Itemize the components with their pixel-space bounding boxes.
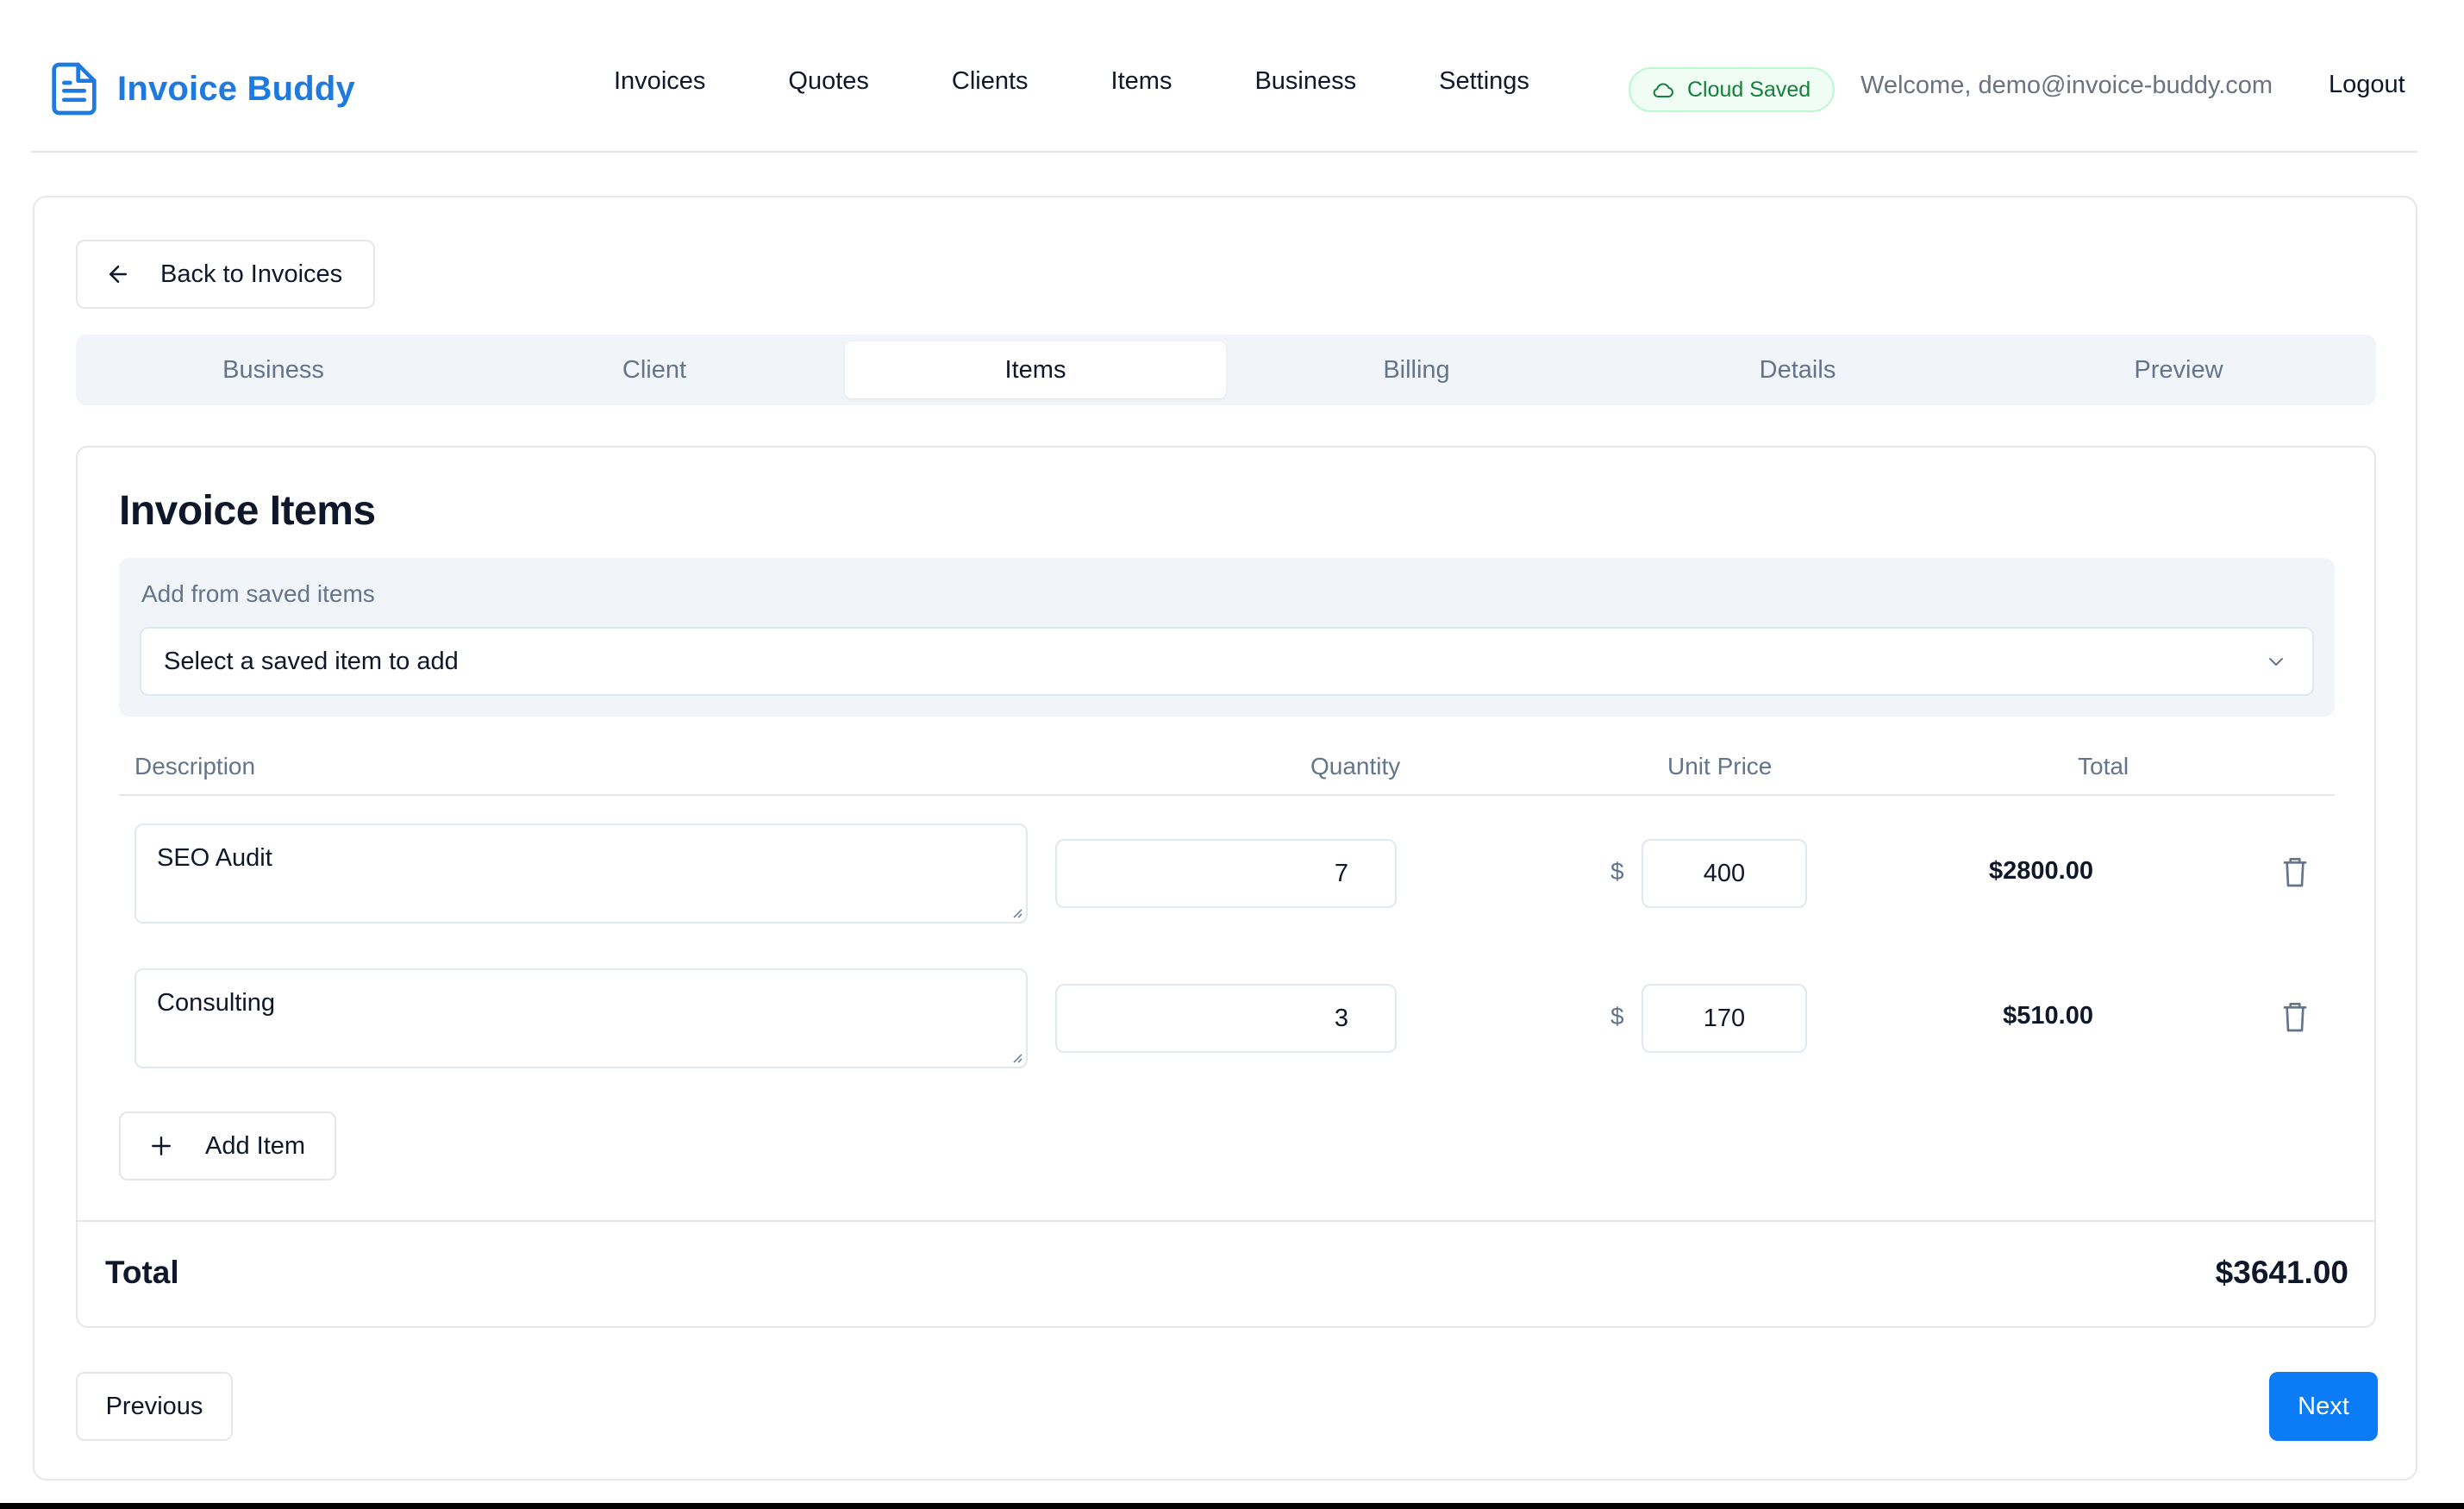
- file-text-icon: [50, 62, 98, 116]
- items-table-header: Description Quantity Unit Price Total: [119, 736, 2335, 796]
- tab-items[interactable]: Items: [845, 341, 1226, 398]
- currency-symbol: $: [1610, 1003, 1624, 1030]
- plus-icon: [150, 1135, 172, 1157]
- welcome-text: Welcome, demo@invoice-buddy.com: [1861, 72, 2273, 99]
- saved-items-box: Add from saved items Select a saved item…: [119, 558, 2335, 717]
- column-description: Description: [134, 753, 256, 780]
- row-total: $510.00: [2003, 1002, 2093, 1030]
- description-value: SEO Audit: [157, 844, 272, 872]
- previous-button[interactable]: Previous: [76, 1372, 233, 1441]
- invoice-items-panel: Invoice Items Add from saved items Selec…: [76, 446, 2376, 1328]
- cloud-saved-badge: Cloud Saved: [1629, 67, 1835, 112]
- main-nav: Invoices Quotes Clients Items Business S…: [614, 67, 1529, 96]
- table-row: Consulting 3 $ 170 $510.00: [119, 968, 2335, 1068]
- back-to-invoices-button[interactable]: Back to Invoices: [76, 240, 375, 309]
- resize-handle-icon[interactable]: [1010, 1051, 1022, 1063]
- description-textarea[interactable]: Consulting: [134, 968, 1028, 1068]
- unit-price-input[interactable]: 170: [1642, 984, 1807, 1053]
- tab-details[interactable]: Details: [1607, 341, 1988, 398]
- total-value: $3641.00: [2215, 1255, 2348, 1290]
- description-value: Consulting: [157, 989, 276, 1017]
- tab-client[interactable]: Client: [464, 341, 845, 398]
- unit-price-input[interactable]: 400: [1642, 839, 1807, 908]
- tab-business[interactable]: Business: [83, 341, 464, 398]
- row-total: $2800.00: [1989, 857, 2093, 885]
- trash-icon[interactable]: [2281, 999, 2309, 1034]
- saved-items-label: Add from saved items: [141, 580, 375, 607]
- nav-item-settings[interactable]: Settings: [1439, 67, 1529, 96]
- cloud-icon: [1651, 80, 1675, 99]
- status-label: Cloud Saved: [1687, 77, 1811, 102]
- back-button-label: Back to Invoices: [160, 260, 343, 288]
- invoice-editor-card: Back to Invoices Business Client Items B…: [33, 196, 2417, 1481]
- nav-item-items[interactable]: Items: [1111, 67, 1173, 96]
- column-total: Total: [2078, 753, 2129, 780]
- table-row: SEO Audit 7 $ 400 $2800.00: [119, 823, 2335, 924]
- column-quantity: Quantity: [1310, 753, 1401, 780]
- next-button[interactable]: Next: [2269, 1372, 2378, 1441]
- section-title: Invoice Items: [119, 488, 376, 534]
- resize-handle-icon[interactable]: [1010, 906, 1022, 918]
- saved-item-select[interactable]: Select a saved item to add: [140, 627, 2314, 696]
- nav-item-quotes[interactable]: Quotes: [788, 67, 869, 96]
- add-item-label: Add Item: [205, 1131, 306, 1160]
- total-label: Total: [105, 1255, 179, 1290]
- quantity-input[interactable]: 3: [1055, 984, 1397, 1053]
- currency-symbol: $: [1610, 858, 1624, 885]
- nav-item-business[interactable]: Business: [1254, 67, 1356, 96]
- screen-bottom-edge: [0, 1503, 2464, 1509]
- saved-item-select-value: Select a saved item to add: [164, 647, 459, 675]
- step-tabs: Business Client Items Billing Details Pr…: [76, 335, 2376, 405]
- nav-item-clients[interactable]: Clients: [952, 67, 1029, 96]
- chevron-down-icon: [2269, 658, 2283, 666]
- tab-preview[interactable]: Preview: [1988, 341, 2369, 398]
- quantity-input[interactable]: 7: [1055, 839, 1397, 908]
- add-item-button[interactable]: Add Item: [119, 1111, 336, 1180]
- nav-item-invoices[interactable]: Invoices: [614, 67, 705, 96]
- column-unit-price: Unit Price: [1667, 753, 1773, 780]
- app-header: Invoice Buddy Invoices Quotes Clients It…: [31, 0, 2417, 153]
- brand[interactable]: Invoice Buddy: [50, 62, 355, 116]
- description-textarea[interactable]: SEO Audit: [134, 823, 1028, 924]
- invoice-total-bar: Total $3641.00: [78, 1220, 2374, 1328]
- tab-billing[interactable]: Billing: [1226, 341, 1607, 398]
- brand-name: Invoice Buddy: [117, 69, 355, 108]
- trash-icon[interactable]: [2281, 855, 2309, 889]
- arrow-left-icon: [105, 261, 131, 287]
- logout-button[interactable]: Logout: [2329, 71, 2405, 99]
